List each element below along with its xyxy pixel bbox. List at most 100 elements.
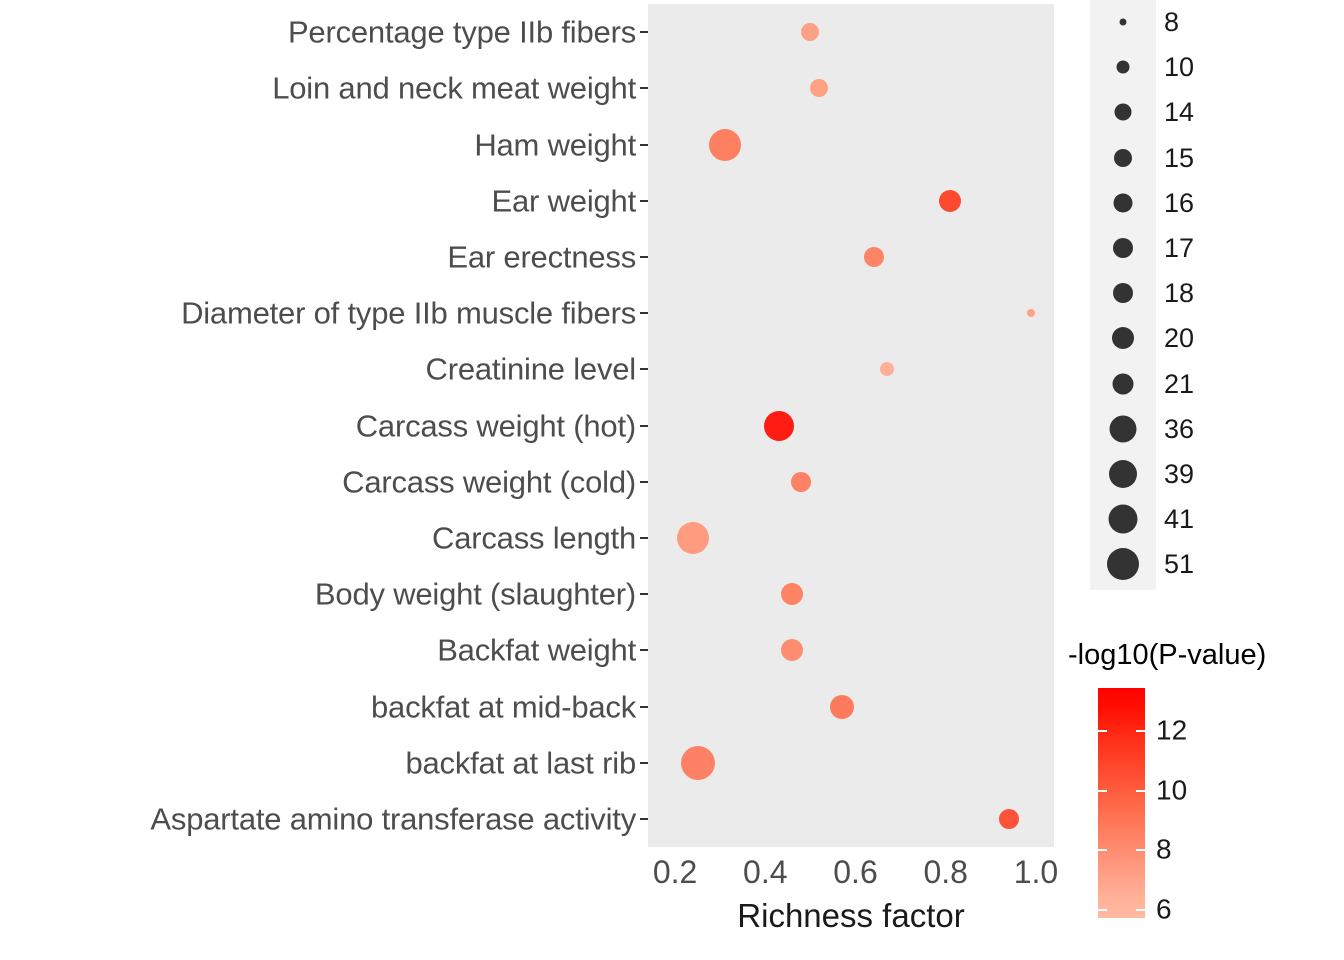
y-axis-label: Ham weight [474,127,636,162]
y-axis-tick [640,31,648,34]
size-legend-label: 8 [1164,7,1180,37]
data-point [810,79,829,98]
y-axis-label: Percentage type IIb fibers [287,14,636,50]
data-point [939,189,962,212]
color-legend-gradient-bar [1098,688,1145,918]
data-point [998,808,1019,829]
color-legend-tick-label: 10 [1156,774,1188,806]
color-legend-tick-mark [1136,729,1145,732]
size-legend-label: 14 [1164,97,1195,128]
size-legend-dot [1112,373,1134,395]
size-legend-label: 20 [1164,323,1195,354]
size-legend-item: 10 [1090,45,1194,90]
size-legend-label: 36 [1164,413,1195,444]
y-axis-tick [640,649,648,652]
color-legend-tick-mark [1136,849,1145,852]
size-legend-dot [1119,18,1127,26]
size-legend-item: 36 [1090,407,1194,452]
size-legend-dot [1114,103,1132,121]
y-axis-label: Diameter of type IIb muscle fibers [181,295,636,331]
y-axis-label: Carcass weight (hot) [355,408,636,443]
y-axis-label: Loin and neck meat weight [272,70,636,106]
size-legend-label: 18 [1164,278,1195,309]
data-point [791,471,812,492]
y-axis-tick [640,761,648,764]
color-legend-tick-mark [1136,789,1145,792]
size-legend-dot [1116,60,1130,74]
x-axis-tick-label: 0.8 [923,854,968,890]
y-axis-label: Ear weight [491,183,637,219]
data-point [1027,309,1036,318]
size-legend-label: 21 [1164,368,1195,399]
size-legend-label: 17 [1164,233,1195,263]
plot-panel [648,4,1054,847]
y-axis-label: Creatinine level [425,351,637,387]
bubble-chart-figure: Percentage type IIb fibers Loin and neck … [0,0,1344,960]
data-point [829,694,854,719]
size-legend-label: 15 [1164,142,1195,173]
size-legend-item: 51 [1090,542,1194,587]
size-legend-dot [1113,193,1133,213]
y-axis-tick [640,368,648,371]
y-axis-tick [640,536,648,539]
data-point [880,362,895,377]
size-legend-item: 21 [1090,362,1194,407]
x-axis-tick-label: 1.0 [1013,854,1059,890]
data-point [677,521,710,554]
size-legend-item: 41 [1090,497,1194,542]
size-legend: 8 10 14 15 16 17 18 20 21 36 39 41 51 [1090,0,1250,590]
size-legend-item: 17 [1090,226,1194,271]
size-legend-dot [1113,283,1133,304]
y-axis-label: backfat at mid-back [371,689,636,724]
size-legend-item: 20 [1090,316,1194,361]
y-axis-tick [640,705,648,708]
size-legend-label: 16 [1164,187,1195,218]
y-axis-tick [640,424,648,427]
size-legend-label: 51 [1164,549,1195,580]
x-axis-title: Richness factor [737,897,965,934]
y-axis-tick [640,312,648,315]
y-axis-label: Backfat weight [437,632,636,668]
color-legend-tick-mark [1098,729,1107,732]
data-point [863,246,884,267]
y-axis-label: Ear erectness [447,239,636,275]
y-axis-tick [640,593,648,596]
size-legend-dot [1108,504,1138,534]
size-legend-item: 8 [1090,0,1179,45]
x-axis-tick-label: 0.4 [743,854,788,890]
size-legend-dot [1107,548,1139,581]
color-legend-tick-label: 12 [1156,714,1188,746]
y-axis-tick [640,143,648,146]
y-axis-label: Body weight (slaughter) [314,576,636,612]
data-point [763,410,794,441]
size-legend-item: 16 [1090,181,1194,226]
size-legend-dot [1109,460,1137,488]
y-axis-label: Carcass length [432,520,636,556]
x-axis-tick-label: 0.6 [833,854,878,890]
y-axis-tick [640,480,648,483]
size-legend-dot [1113,238,1133,258]
size-legend-item: 14 [1090,90,1194,135]
size-legend-dot [1112,327,1134,350]
size-legend-label: 39 [1164,459,1195,489]
size-legend-label: 41 [1164,504,1195,535]
color-legend-title: -log10(P-value) [1068,639,1267,671]
color-legend-tick-mark [1136,909,1145,912]
size-legend-dot [1114,148,1132,167]
x-axis-tick-label: 0.2 [652,854,698,890]
color-legend-tick-label: 6 [1156,893,1172,925]
size-legend-item: 39 [1090,452,1194,497]
size-legend-item: 15 [1090,136,1194,181]
data-point [680,745,715,780]
data-point [708,128,741,161]
y-axis-tick [640,199,648,202]
y-axis-label: Aspartate amino transferase activity [150,801,636,837]
color-legend-tick-mark [1098,849,1107,852]
y-axis-tick [640,87,648,90]
data-point [781,583,804,606]
size-legend-label: 10 [1164,52,1195,83]
size-legend-dot [1109,415,1137,443]
y-axis-label: Carcass weight (cold) [342,464,636,500]
color-legend-tick-mark [1098,909,1107,912]
data-point [801,23,820,42]
